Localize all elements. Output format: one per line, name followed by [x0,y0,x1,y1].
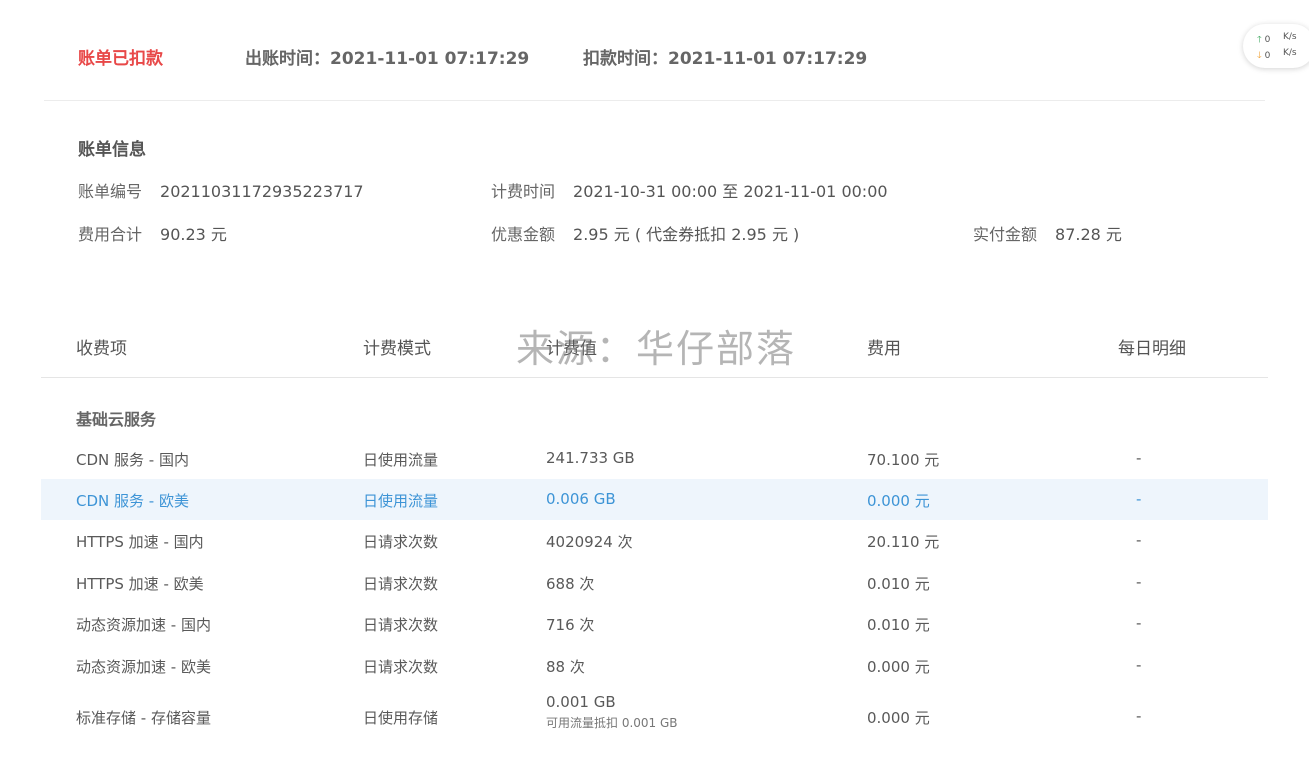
billing-mode: 日使用流量 [363,451,439,469]
billing-mode: 日请求次数 [363,616,439,634]
fee-total-value: 90.23 元 [160,225,227,244]
daily-detail: - [1136,614,1142,632]
download-speed-unit: K/s [1283,48,1297,58]
billing-value: 88 次 [546,658,585,676]
bill-time-value: 2021-11-01 07:17:29 [330,49,530,69]
billing-mode: 日请求次数 [363,575,439,593]
billing-period: 计费时间 2021-10-31 00:00 至 2021-11-01 00:00 [491,178,888,202]
table-row[interactable]: HTTPS 加速 - 欧美 日请求次数 688 次 0.010 元 - [41,562,1268,603]
billing-value: 241.733 GB [546,449,635,467]
billing-mode: 日使用存储 [363,709,439,727]
billing-value-note: 可用流量抵扣 0.001 GB [546,716,678,730]
charges-table-header: 收费项 计费模式 计费值 费用 每日明细 [41,320,1268,378]
upload-arrow-icon: 🡑 [1257,35,1262,45]
charge-item: CDN 服务 - 国内 [76,451,189,469]
download-speed: 🡓 0 K/s [1257,48,1297,64]
fee-total: 费用合计 90.23 元 [78,221,227,245]
header-divider [44,100,1265,101]
download-arrow-icon: 🡓 [1257,51,1262,61]
table-row[interactable]: 标准存储 - 存储容量 日使用存储 0.001 GB 可用流量抵扣 0.001 … [41,689,1268,743]
daily-detail: - [1136,656,1142,674]
billing-value: 716 次 [546,616,595,634]
download-speed-value: 0 [1264,51,1271,61]
charge-item: HTTPS 加速 - 欧美 [76,575,204,593]
bill-info-title: 账单信息 [78,140,146,160]
billing-value: 0.006 GB [546,490,616,508]
billing-value: 4020924 次 [546,533,633,551]
bill-time: 出账时间：2021-11-01 07:17:29 [245,44,529,69]
bill-number-value: 20211031172935223717 [160,182,364,201]
billing-mode: 日使用流量 [363,492,439,510]
discount-amount: 优惠金额 2.95 元 ( 代金券抵扣 2.95 元 ) [491,221,799,245]
discount-amount-label: 优惠金额 [491,225,556,244]
table-row[interactable]: CDN 服务 - 国内 日使用流量 241.733 GB 70.100 元 - [41,438,1268,479]
fee: 0.000 元 [867,492,930,510]
paid-amount-label: 实付金额 [973,225,1038,244]
charge-item: HTTPS 加速 - 国内 [76,533,204,551]
fee: 0.000 元 [867,658,930,676]
deduct-time: 扣款时间：2021-11-01 07:17:29 [583,44,867,69]
fee: 0.010 元 [867,616,930,634]
charge-item: CDN 服务 - 欧美 [76,492,189,510]
billing-period-value: 2021-10-31 00:00 至 2021-11-01 00:00 [573,182,888,201]
billing-value: 688 次 [546,575,595,593]
fee: 0.010 元 [867,575,930,593]
column-header-fee: 费用 [867,339,901,359]
bill-number: 账单编号 20211031172935223717 [78,178,364,202]
daily-detail: - [1136,531,1142,549]
deduct-time-label: 扣款时间： [583,49,668,69]
charge-item: 动态资源加速 - 欧美 [76,658,211,676]
paid-amount: 实付金额 87.28 元 [973,221,1122,245]
network-speed-widget[interactable]: 🡑 0 K/s 🡓 0 K/s [1243,24,1309,68]
column-header-item: 收费项 [76,339,127,359]
group-title-basic-cloud: 基础云服务 [76,410,157,429]
daily-detail: - [1136,707,1142,725]
table-row[interactable]: HTTPS 加速 - 国内 日请求次数 4020924 次 20.110 元 - [41,520,1268,561]
fee: 70.100 元 [867,451,940,469]
upload-speed-value: 0 [1264,35,1271,45]
table-row[interactable]: CDN 服务 - 欧美 日使用流量 0.006 GB 0.000 元 - [41,479,1268,520]
billing-mode: 日请求次数 [363,658,439,676]
charge-item: 动态资源加速 - 国内 [76,616,211,634]
fee: 20.110 元 [867,533,940,551]
column-header-mode: 计费模式 [363,339,431,359]
upload-speed-unit: K/s [1283,32,1297,42]
charge-item: 标准存储 - 存储容量 [76,709,211,727]
deduct-time-value: 2021-11-01 07:17:29 [668,49,868,69]
fee-total-label: 费用合计 [78,225,143,244]
table-row[interactable]: 动态资源加速 - 国内 日请求次数 716 次 0.010 元 - [41,603,1268,644]
bill-time-label: 出账时间： [245,49,330,69]
daily-detail: - [1136,573,1142,591]
billing-value-cell: 0.001 GB 可用流量抵扣 0.001 GB [546,693,678,731]
bill-number-label: 账单编号 [78,182,143,201]
billing-period-label: 计费时间 [491,182,556,201]
fee: 0.000 元 [867,709,930,727]
billing-mode: 日请求次数 [363,533,439,551]
daily-detail: - [1136,449,1142,467]
table-row[interactable]: 动态资源加速 - 欧美 日请求次数 88 次 0.000 元 - [41,645,1268,686]
paid-amount-value: 87.28 元 [1055,225,1122,244]
billing-value: 0.001 GB [546,693,616,711]
daily-detail: - [1136,490,1142,508]
bill-status: 账单已扣款 [78,49,163,69]
upload-speed: 🡑 0 K/s [1257,32,1297,48]
discount-amount-value: 2.95 元 ( 代金券抵扣 2.95 元 ) [573,225,800,244]
column-header-value: 计费值 [546,339,597,359]
column-header-daily-detail: 每日明细 [1118,339,1186,359]
